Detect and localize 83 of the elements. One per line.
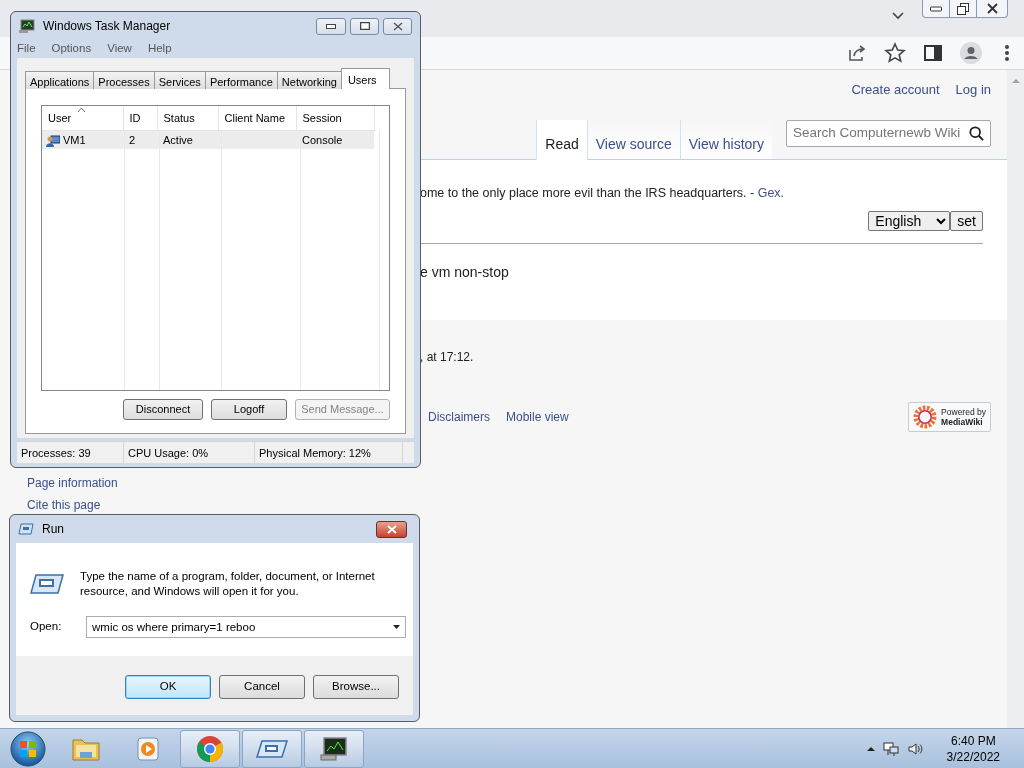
command-field[interactable]: wmic os where primary=1 reboo bbox=[86, 616, 406, 638]
table-cell: Active bbox=[163, 133, 193, 146]
restore-icon[interactable] bbox=[957, 2, 969, 15]
sidebar-link[interactable]: Page information bbox=[27, 474, 420, 492]
speaker-icon[interactable] bbox=[906, 740, 923, 757]
footer-link[interactable]: Mobile view bbox=[506, 408, 569, 426]
share-icon[interactable] bbox=[846, 42, 868, 64]
close-icon bbox=[386, 524, 397, 534]
network-icon[interactable] bbox=[882, 740, 899, 757]
quote-text: ome to the only place more evil than the IRS headquarters. - Gex. bbox=[420, 185, 786, 202]
table-cell: 2 bbox=[129, 133, 136, 146]
window-title: Windows Task Manager bbox=[43, 18, 172, 35]
tab[interactable]: Applications bbox=[25, 71, 95, 89]
account-link[interactable]: Create account bbox=[851, 80, 940, 110]
user-icon bbox=[46, 135, 60, 148]
run-icon bbox=[256, 738, 288, 759]
table-cell: VM1 bbox=[63, 133, 86, 146]
run-icon bbox=[18, 523, 34, 535]
language-select[interactable]: English bbox=[868, 210, 951, 231]
status-text: Processes: 39 bbox=[17, 442, 124, 463]
monitor-icon bbox=[19, 19, 35, 33]
maximize-icon bbox=[359, 22, 370, 30]
monitor-icon bbox=[320, 736, 348, 761]
clock[interactable]: 6:40 PM 3/22/2022 bbox=[946, 732, 1000, 765]
window-title: Run bbox=[42, 521, 65, 538]
dropdown-arrow-icon[interactable] bbox=[393, 625, 400, 629]
page-tab[interactable]: View history bbox=[679, 120, 772, 160]
last-modified-text: , at 17:12. bbox=[420, 349, 475, 366]
run-icon bbox=[30, 573, 64, 595]
status-text: CPU Usage: 0% bbox=[124, 442, 255, 463]
action-button[interactable]: Logoff bbox=[211, 399, 287, 420]
column-header[interactable]: Session bbox=[296, 106, 374, 130]
body-text: e vm non-stop bbox=[420, 262, 510, 282]
search-field[interactable]: Search Computernewb Wiki bbox=[786, 120, 991, 147]
page-tab[interactable]: View source bbox=[586, 120, 680, 160]
side-panel-icon[interactable] bbox=[922, 42, 944, 64]
minimize-icon bbox=[326, 23, 336, 29]
action-button[interactable]: Disconnect bbox=[123, 399, 203, 420]
close-button[interactable] bbox=[383, 17, 412, 35]
chrome-icon bbox=[196, 734, 224, 763]
dialog-button[interactable]: OK bbox=[125, 675, 211, 699]
menu-item[interactable]: Options bbox=[51, 40, 92, 58]
table-cell: Console bbox=[302, 133, 343, 146]
set-button[interactable]: set bbox=[950, 210, 983, 231]
column-header[interactable]: User bbox=[42, 106, 123, 130]
dialog-button[interactable]: Cancel bbox=[219, 675, 305, 699]
minimize-icon[interactable] bbox=[930, 5, 942, 12]
open-label: Open: bbox=[30, 619, 63, 635]
chevron-down-icon[interactable] bbox=[892, 12, 904, 20]
dialog-button[interactable]: Browse... bbox=[313, 675, 399, 699]
instruction-text: Type the name of a program, folder, document, or Internet resource, and Windows will open it for you. bbox=[80, 569, 376, 599]
account-link[interactable]: Log in bbox=[955, 80, 991, 110]
page-tab[interactable]: Read bbox=[536, 120, 587, 160]
search-icon[interactable] bbox=[969, 125, 984, 142]
maximize-button[interactable] bbox=[350, 17, 379, 35]
powered-by-mediawiki-badge[interactable]: Powered by MediaWiki bbox=[908, 402, 991, 432]
tab[interactable]: Users bbox=[340, 68, 390, 89]
flower-icon bbox=[913, 405, 938, 429]
menu-icon[interactable] bbox=[1004, 44, 1010, 62]
minimize-button[interactable] bbox=[316, 17, 346, 35]
sidebar-link[interactable]: Cite this page bbox=[27, 496, 420, 514]
start-button[interactable] bbox=[10, 730, 46, 767]
taskbar-button[interactable] bbox=[304, 729, 364, 768]
menu-item[interactable]: View bbox=[107, 40, 132, 58]
profile-icon[interactable] bbox=[960, 42, 982, 64]
column-header[interactable]: Client Name bbox=[218, 106, 296, 130]
tab[interactable]: Performance bbox=[204, 71, 278, 89]
star-icon[interactable] bbox=[884, 42, 906, 64]
footer-link[interactable]: Disclaimers bbox=[428, 408, 490, 426]
media-player-icon bbox=[136, 735, 160, 762]
close-icon[interactable] bbox=[986, 3, 998, 14]
tab[interactable]: Services bbox=[153, 71, 206, 89]
close-button[interactable] bbox=[376, 520, 407, 538]
tab[interactable]: Networking bbox=[276, 71, 342, 89]
column-header[interactable]: Status bbox=[157, 106, 218, 130]
show-hidden-icons-icon[interactable] bbox=[866, 746, 875, 751]
close-icon bbox=[392, 21, 403, 31]
menu-item[interactable]: Help bbox=[147, 40, 172, 58]
quote-author-link[interactable]: Gex. bbox=[757, 186, 785, 200]
menu-item[interactable]: File bbox=[17, 40, 36, 58]
tab[interactable]: Processes bbox=[93, 71, 155, 89]
column-header[interactable]: ID bbox=[123, 106, 157, 130]
status-text: Physical Memory: 12% bbox=[255, 442, 403, 463]
